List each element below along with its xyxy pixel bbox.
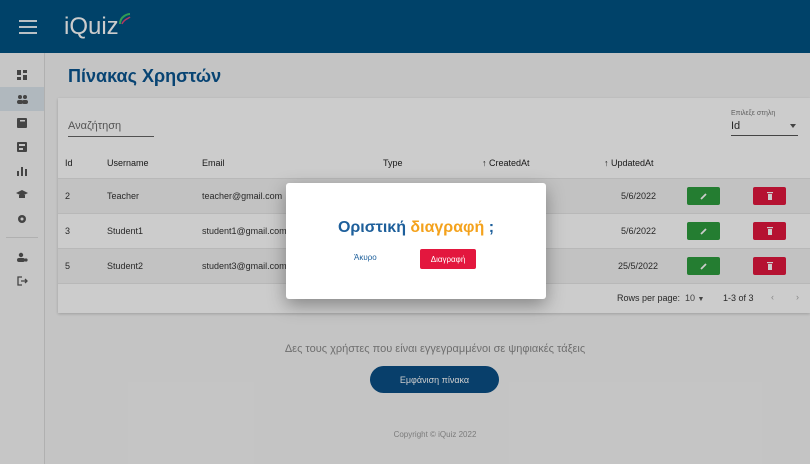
cancel-button[interactable]: Άκυρο xyxy=(354,253,377,262)
confirm-delete-dialog: Οριστική διαγραφή ; Άκυρο Διαγραφή xyxy=(286,183,546,299)
dialog-title: Οριστική διαγραφή ; xyxy=(286,219,546,237)
dialog-title-part1: Οριστική xyxy=(337,219,406,236)
dialog-title-part3: ; xyxy=(488,219,495,236)
dialog-title-part2: διαγραφή xyxy=(410,219,485,236)
confirm-delete-button[interactable]: Διαγραφή xyxy=(420,249,476,269)
